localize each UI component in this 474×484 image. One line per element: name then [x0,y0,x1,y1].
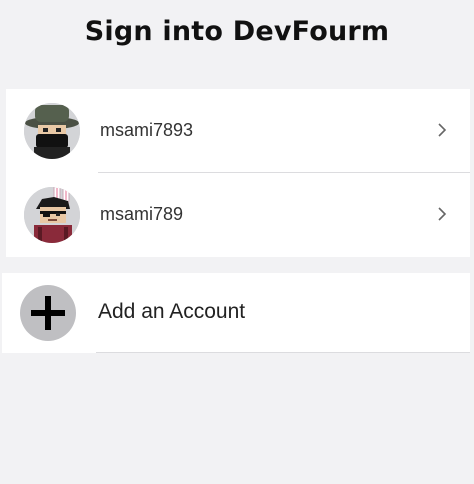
account-row-msami789[interactable]: msami789 [6,173,470,257]
page-title: Sign into DevFourm [84,16,390,47]
chevron-right-icon [438,123,447,137]
account-username: msami789 [100,204,184,224]
add-account-label: Add an Account [98,300,246,323]
account-list: msami7893 msami789 [6,89,470,257]
account-username: msami7893 [100,120,194,140]
add-account-button[interactable]: Add an Account [2,273,470,353]
account-row-msami7893[interactable]: msami7893 [6,89,470,173]
masked-avatar-icon [24,103,80,159]
avatar [24,187,80,243]
avatar [24,103,80,159]
plus-icon [31,296,65,330]
bunny-ears-avatar-icon [24,187,80,243]
add-account-circle [20,285,76,341]
chevron-right-icon [438,207,447,221]
